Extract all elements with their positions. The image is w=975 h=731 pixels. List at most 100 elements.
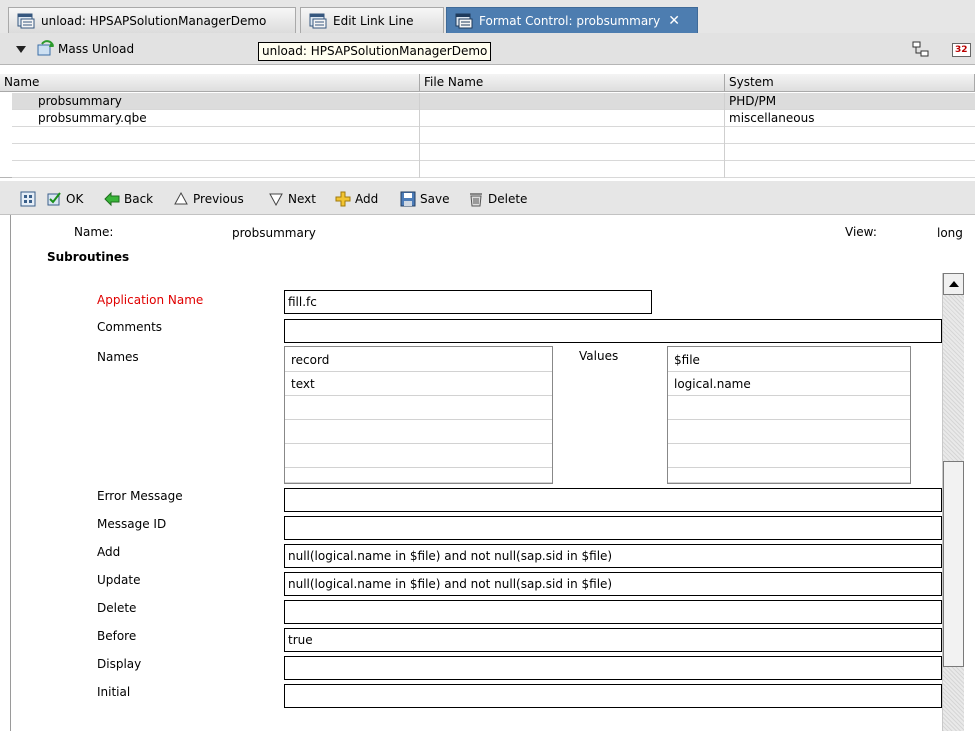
names-item[interactable]: record [285, 348, 552, 372]
document-window-icon [309, 13, 327, 29]
detail-view-icon [20, 191, 36, 207]
delete-label: Delete [97, 601, 137, 615]
add-button[interactable]: Add [335, 190, 378, 208]
close-icon[interactable]: ✕ [668, 13, 680, 29]
values-item[interactable]: $file [668, 348, 910, 372]
cell-name: probsummary [34, 93, 420, 110]
before-label: Before [97, 629, 137, 643]
record-list-table: Name File Name System probsummary PHD/PM… [0, 66, 975, 178]
refresh-arrows-icon [36, 40, 56, 58]
column-header-system[interactable]: System [725, 74, 975, 92]
application-name-field[interactable]: fill.fc [284, 290, 652, 314]
next-label: Next [288, 192, 316, 206]
error-message-label: Error Message [97, 489, 183, 503]
message-id-field[interactable] [284, 516, 942, 540]
application-name-label: Application Name [97, 293, 204, 307]
error-message-field[interactable] [284, 488, 942, 512]
mass-unload-title: Mass Unload [58, 42, 135, 56]
values-item[interactable]: logical.name [668, 372, 910, 396]
ok-icon [46, 191, 62, 207]
initial-field[interactable] [284, 684, 942, 708]
values-item-empty[interactable] [668, 468, 910, 483]
names-label: Names [97, 350, 139, 364]
format-control-form: Name: probsummary View: long Subroutines… [0, 215, 975, 731]
section-title: Subroutines [47, 250, 130, 264]
left-divider [10, 215, 11, 731]
mass-unload-bar: Mass Unload unload: HPSAPSolutionManager… [0, 33, 975, 65]
delete-label: Delete [488, 192, 528, 206]
back-label: Back [124, 192, 154, 206]
hierarchy-icon[interactable] [912, 41, 930, 57]
save-button[interactable]: Save [400, 190, 449, 208]
action-toolbar: OK Back Previous Next Add Save Delete [0, 181, 975, 215]
names-item-empty[interactable] [285, 420, 552, 444]
ok-label: OK [66, 192, 84, 206]
values-item-empty[interactable] [668, 420, 910, 444]
scroll-up-arrow-icon[interactable] [943, 273, 964, 295]
comments-field[interactable] [284, 319, 942, 343]
cell-system: PHD/PM [729, 94, 777, 108]
tab-label: Edit Link Line [333, 13, 414, 28]
tab-format-control[interactable]: Format Control: probsummary ✕ [446, 7, 698, 33]
initial-label: Initial [97, 685, 131, 699]
display-field[interactable] [284, 656, 942, 680]
tooltip: unload: HPSAPSolutionManagerDemo [258, 42, 492, 61]
display-label: Display [97, 657, 142, 671]
cell-system: miscellaneous [729, 111, 815, 125]
collapse-arrow-icon[interactable] [16, 46, 26, 53]
previous-label: Previous [193, 192, 244, 206]
table-row-empty [12, 144, 975, 161]
delete-button[interactable]: Delete [468, 190, 527, 208]
back-arrow-icon [104, 191, 120, 207]
names-item-empty[interactable] [285, 468, 552, 483]
bit-mode-badge[interactable]: 32 [952, 43, 971, 57]
vertical-scrollbar[interactable] [942, 273, 964, 731]
table-row[interactable]: probsummary.qbe miscellaneous [12, 110, 975, 127]
tab-edit-link-line[interactable]: Edit Link Line [300, 7, 444, 33]
column-header-file-name[interactable]: File Name [420, 74, 725, 92]
tab-label: unload: HPSAPSolutionManagerDemo [41, 13, 267, 28]
tab-unload[interactable]: unload: HPSAPSolutionManagerDemo [8, 7, 296, 33]
name-label: Name: [74, 225, 114, 239]
view-label: View: [845, 225, 877, 239]
name-value: probsummary [232, 226, 316, 240]
names-item-empty[interactable] [285, 396, 552, 420]
values-item-empty[interactable] [668, 396, 910, 420]
add-plus-icon [335, 191, 351, 207]
values-item-empty[interactable] [668, 444, 910, 468]
table-row[interactable]: probsummary PHD/PM [12, 93, 975, 110]
previous-button[interactable]: Previous [173, 190, 244, 208]
cell-file-name [420, 110, 725, 127]
update-label: Update [97, 573, 141, 587]
names-item[interactable]: text [285, 372, 552, 396]
values-list[interactable]: $file logical.name [667, 346, 911, 484]
cell-name: probsummary.qbe [34, 110, 420, 127]
before-field[interactable]: true [284, 628, 942, 652]
names-list[interactable]: record text [284, 346, 553, 484]
tab-bar: unload: HPSAPSolutionManagerDemo Edit Li… [0, 0, 975, 33]
values-label: Values [579, 349, 619, 363]
document-window-icon [17, 13, 35, 29]
comments-label: Comments [97, 320, 163, 334]
detail-view-button[interactable] [20, 190, 40, 208]
column-header-name[interactable]: Name [0, 74, 420, 92]
save-floppy-icon [400, 191, 416, 207]
previous-arrow-icon [173, 191, 189, 207]
save-label: Save [420, 192, 450, 206]
add-label: Add [355, 192, 379, 206]
scrollbar-thumb[interactable] [943, 461, 964, 667]
back-button[interactable]: Back [104, 190, 153, 208]
delete-field[interactable] [284, 600, 942, 624]
ok-button[interactable]: OK [46, 190, 83, 208]
tab-label: Format Control: probsummary [479, 13, 661, 28]
document-window-icon [455, 13, 473, 29]
message-id-label: Message ID [97, 517, 167, 531]
update-field[interactable]: null(logical.name in $file) and not null… [284, 572, 942, 596]
view-value[interactable]: long [937, 225, 963, 241]
names-item-empty[interactable] [285, 444, 552, 468]
next-button[interactable]: Next [268, 190, 316, 208]
cell-file-name [420, 93, 725, 110]
add-label: Add [97, 545, 121, 559]
add-field[interactable]: null(logical.name in $file) and not null… [284, 544, 942, 568]
next-arrow-icon [268, 191, 284, 207]
